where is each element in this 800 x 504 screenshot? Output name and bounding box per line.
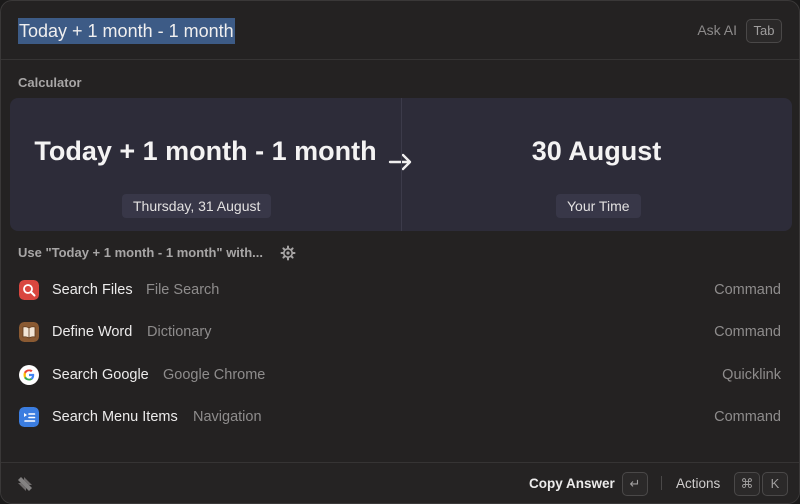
search-input[interactable]: Today + 1 month - 1 month <box>18 18 235 44</box>
item-kind: Command <box>714 409 781 425</box>
section-title-calculator: Calculator <box>18 75 82 90</box>
list-item[interactable]: Search Menu Items Navigation Command <box>1 398 799 438</box>
dictionary-icon <box>19 322 39 342</box>
launcher-window: Today + 1 month - 1 month Ask AI Tab Cal… <box>0 0 800 504</box>
item-subtitle: Dictionary <box>147 324 212 340</box>
menu-items-icon <box>19 407 39 427</box>
item-kind: Command <box>714 282 781 298</box>
calculator-expression: Today + 1 month - 1 month <box>34 136 377 166</box>
list-item[interactable]: Search Google Google Chrome Quicklink <box>1 356 799 396</box>
item-kind: Quicklink <box>722 367 781 383</box>
calculator-result-card[interactable]: Today + 1 month - 1 month 30 August Thur… <box>10 98 792 231</box>
item-title: Search Google <box>52 367 149 383</box>
list-item[interactable]: Define Word Dictionary Command <box>1 313 799 353</box>
item-subtitle: File Search <box>146 282 220 298</box>
actions-button[interactable]: Actions <box>676 476 720 491</box>
enter-key-hint: ↵ <box>622 472 648 496</box>
item-title: Search Menu Items <box>52 409 178 425</box>
search-bar[interactable]: Today + 1 month - 1 month Ask AI Tab <box>1 1 799 60</box>
k-key-hint: K <box>762 472 788 496</box>
use-with-label: Use "Today + 1 month - 1 month" with... <box>18 245 264 260</box>
google-icon <box>19 365 39 385</box>
raycast-logo-icon[interactable] <box>15 474 35 494</box>
footer-divider <box>661 476 662 490</box>
expression-detail-badge: Thursday, 31 August <box>122 194 272 218</box>
item-subtitle: Google Chrome <box>163 367 266 383</box>
calculator-result: 30 August <box>531 136 662 166</box>
file-search-icon <box>19 280 39 300</box>
item-kind: Command <box>714 324 781 340</box>
item-title: Define Word <box>52 324 133 340</box>
action-bar: Copy Answer ↵ Actions ⌘ K <box>1 462 799 503</box>
command-key-hint: ⌘ <box>734 472 760 496</box>
list-item[interactable]: Search Files File Search Command <box>1 271 799 311</box>
ask-ai-label[interactable]: Ask AI <box>697 22 737 38</box>
copy-answer-button[interactable]: Copy Answer <box>529 476 615 491</box>
tab-key-hint: Tab <box>746 19 782 43</box>
item-title: Search Files <box>52 282 133 298</box>
item-subtitle: Navigation <box>193 409 262 425</box>
result-detail-badge: Your Time <box>556 194 641 218</box>
gear-icon[interactable] <box>280 245 296 261</box>
